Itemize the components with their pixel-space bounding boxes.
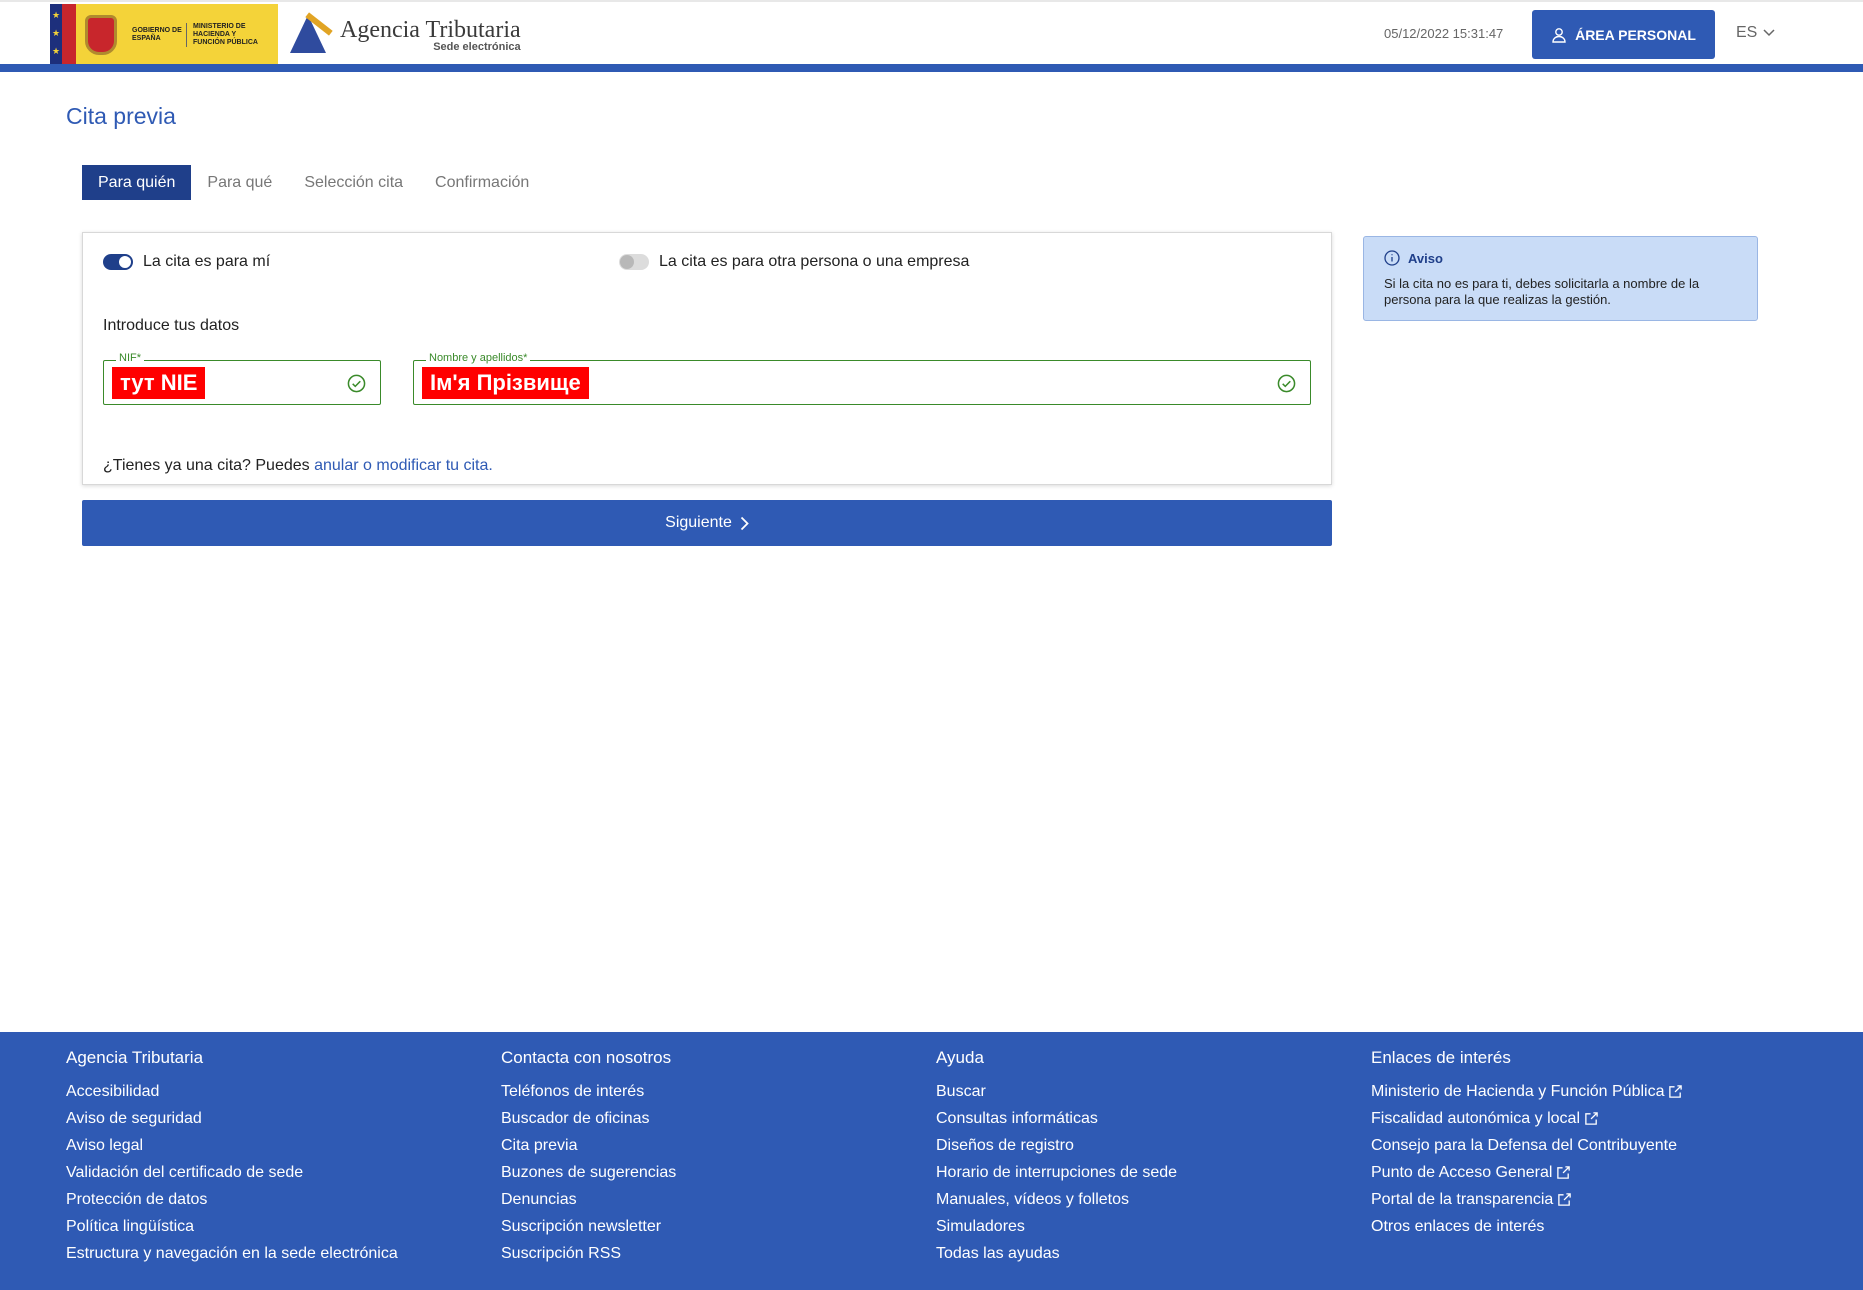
agency-name: Agencia Tributaria bbox=[340, 17, 521, 43]
area-personal-label: ÁREA PERSONAL bbox=[1575, 26, 1696, 43]
footer-col-title: Contacta con nosotros bbox=[501, 1048, 672, 1067]
name-field[interactable]: Nombre y apellidos* Ім'я Прізвище bbox=[413, 352, 1311, 405]
footer-link[interactable]: Aviso legal bbox=[66, 1136, 398, 1163]
info-icon bbox=[1384, 250, 1400, 266]
current-datetime: 05/12/2022 15:31:47 bbox=[1384, 26, 1504, 41]
agency-mark-icon bbox=[286, 11, 334, 59]
toggle-self-switch[interactable] bbox=[103, 254, 133, 270]
toggle-self-label: La cita es para mí bbox=[143, 253, 271, 270]
step-tabs: Para quién Para qué Selección cita Confi… bbox=[82, 165, 545, 200]
notice-text: Si la cita no es para ti, debes solicita… bbox=[1384, 276, 1700, 307]
eu-flag-icon: ★ ★ ★ bbox=[50, 4, 62, 66]
footer-link[interactable]: Suscripción RSS bbox=[501, 1244, 676, 1271]
tab-seleccion-cita[interactable]: Selección cita bbox=[288, 165, 419, 200]
tab-confirmacion[interactable]: Confirmación bbox=[419, 165, 545, 200]
next-button-label: Siguiente bbox=[665, 514, 732, 531]
footer-link[interactable]: Estructura y navegación en la sede elect… bbox=[66, 1244, 398, 1271]
footer-col-enlaces: Enlaces de interés Ministerio de Haciend… bbox=[1371, 1048, 1683, 1244]
footer-link[interactable]: Accesibilidad bbox=[66, 1082, 398, 1109]
footer-col-agencia: Agencia Tributaria Accesibilidad Aviso d… bbox=[66, 1048, 398, 1271]
appointment-form-card: La cita es para mí La cita es para otra … bbox=[82, 232, 1332, 485]
footer-link[interactable]: Todas las ayudas bbox=[936, 1244, 1177, 1271]
footer-link[interactable]: Fiscalidad autonómica y local bbox=[1371, 1109, 1683, 1136]
footer-col-contacta: Contacta con nosotros Teléfonos de inter… bbox=[501, 1048, 676, 1271]
check-circle-icon bbox=[1277, 374, 1296, 393]
notice-box: Aviso Si la cita no es para ti, debes so… bbox=[1363, 236, 1758, 321]
footer-link[interactable]: Punto de Acceso General bbox=[1371, 1163, 1683, 1190]
tab-para-que[interactable]: Para qué bbox=[191, 165, 288, 200]
toggle-self[interactable]: La cita es para mí bbox=[103, 253, 270, 271]
coat-of-arms-icon bbox=[76, 4, 126, 66]
footer-col-ayuda: Ayuda Buscar Consultas informáticas Dise… bbox=[936, 1048, 1177, 1271]
tab-para-quien[interactable]: Para quién bbox=[82, 165, 192, 200]
footer-col-title: Enlaces de interés bbox=[1371, 1048, 1511, 1067]
footer-link[interactable]: Simuladores bbox=[936, 1217, 1177, 1244]
footer-link[interactable]: Protección de datos bbox=[66, 1190, 398, 1217]
notice-title: Aviso bbox=[1408, 250, 1443, 266]
footer-link[interactable]: Teléfonos de interés bbox=[501, 1082, 676, 1109]
ministry-label: MINISTERIO DE HACIENDA Y FUNCIÓN PÚBLICA bbox=[186, 23, 264, 47]
footer-link[interactable]: Consejo para la Defensa del Contribuyent… bbox=[1371, 1136, 1683, 1163]
external-link-icon bbox=[1558, 1193, 1572, 1206]
external-link-icon bbox=[1557, 1166, 1571, 1179]
chevron-right-icon bbox=[740, 516, 749, 530]
footer-link[interactable]: Cita previa bbox=[501, 1136, 676, 1163]
gov-label: GOBIERNO DE ESPAÑA bbox=[132, 27, 182, 42]
modify-appointment-link[interactable]: anular o modificar tu cita. bbox=[314, 457, 493, 474]
footer-link[interactable]: Consultas informáticas bbox=[936, 1109, 1177, 1136]
footer-link[interactable]: Otros enlaces de interés bbox=[1371, 1217, 1683, 1244]
footer-link[interactable]: Ministerio de Hacienda y Función Pública bbox=[1371, 1082, 1683, 1109]
nif-label: NIF* bbox=[116, 352, 144, 364]
footer-link[interactable]: Aviso de seguridad bbox=[66, 1109, 398, 1136]
intro-text: Introduce tus datos bbox=[103, 317, 240, 334]
footer-col-title: Agencia Tributaria bbox=[66, 1048, 204, 1067]
footer-link[interactable]: Validación del certificado de sede bbox=[66, 1163, 398, 1190]
footer-link[interactable]: Diseños de registro bbox=[936, 1136, 1177, 1163]
chevron-down-icon bbox=[1763, 29, 1775, 37]
existing-appointment-text: ¿Tienes ya una cita? Puedes anular o mod… bbox=[103, 457, 493, 474]
toggle-other-switch[interactable] bbox=[619, 254, 649, 270]
external-link-icon bbox=[1669, 1085, 1683, 1098]
next-button[interactable]: Siguiente bbox=[82, 500, 1332, 546]
nif-field[interactable]: NIF* тут NIE bbox=[103, 352, 381, 405]
footer-link[interactable]: Manuales, vídeos y folletos bbox=[936, 1190, 1177, 1217]
footer-link[interactable]: Portal de la transparencia bbox=[1371, 1190, 1683, 1217]
check-circle-icon bbox=[347, 374, 366, 393]
name-value[interactable]: Ім'я Прізвище bbox=[422, 367, 589, 399]
footer-link[interactable]: Política lingüística bbox=[66, 1217, 398, 1244]
name-label: Nombre y apellidos* bbox=[426, 352, 531, 364]
footer-link[interactable]: Suscripción newsletter bbox=[501, 1217, 676, 1244]
site-header: ★ ★ ★ GOBIERNO DE ESPAÑA MINISTERIO DE HAC… bbox=[0, 0, 1863, 66]
page-title: Cita previa bbox=[66, 103, 176, 129]
agency-logo[interactable]: Agencia Tributaria Sede electrónica bbox=[286, 10, 521, 60]
nif-value[interactable]: тут NIE bbox=[112, 367, 206, 399]
header-accent-bar bbox=[0, 64, 1863, 72]
footer-link[interactable]: Horario de interrupciones de sede bbox=[936, 1163, 1177, 1190]
footer-link[interactable]: Buscar bbox=[936, 1082, 1177, 1109]
toggle-other[interactable]: La cita es para otra persona o una empre… bbox=[619, 253, 969, 271]
footer-link[interactable]: Buzones de sugerencias bbox=[501, 1163, 676, 1190]
footer-link[interactable]: Buscador de oficinas bbox=[501, 1109, 676, 1136]
government-logo[interactable]: ★ ★ ★ GOBIERNO DE ESPAÑA MINISTERIO DE HAC… bbox=[50, 4, 278, 66]
user-icon bbox=[1552, 27, 1566, 43]
footer-link[interactable]: Denuncias bbox=[501, 1190, 676, 1217]
site-footer: Agencia Tributaria Accesibilidad Aviso d… bbox=[0, 1032, 1863, 1290]
footer-col-title: Ayuda bbox=[936, 1048, 984, 1067]
toggle-other-label: La cita es para otra persona o una empre… bbox=[659, 253, 970, 270]
area-personal-button[interactable]: ÁREA PERSONAL bbox=[1532, 10, 1715, 59]
external-link-icon bbox=[1585, 1112, 1598, 1125]
language-selector[interactable]: ES bbox=[1736, 24, 1775, 42]
language-label: ES bbox=[1736, 24, 1758, 41]
